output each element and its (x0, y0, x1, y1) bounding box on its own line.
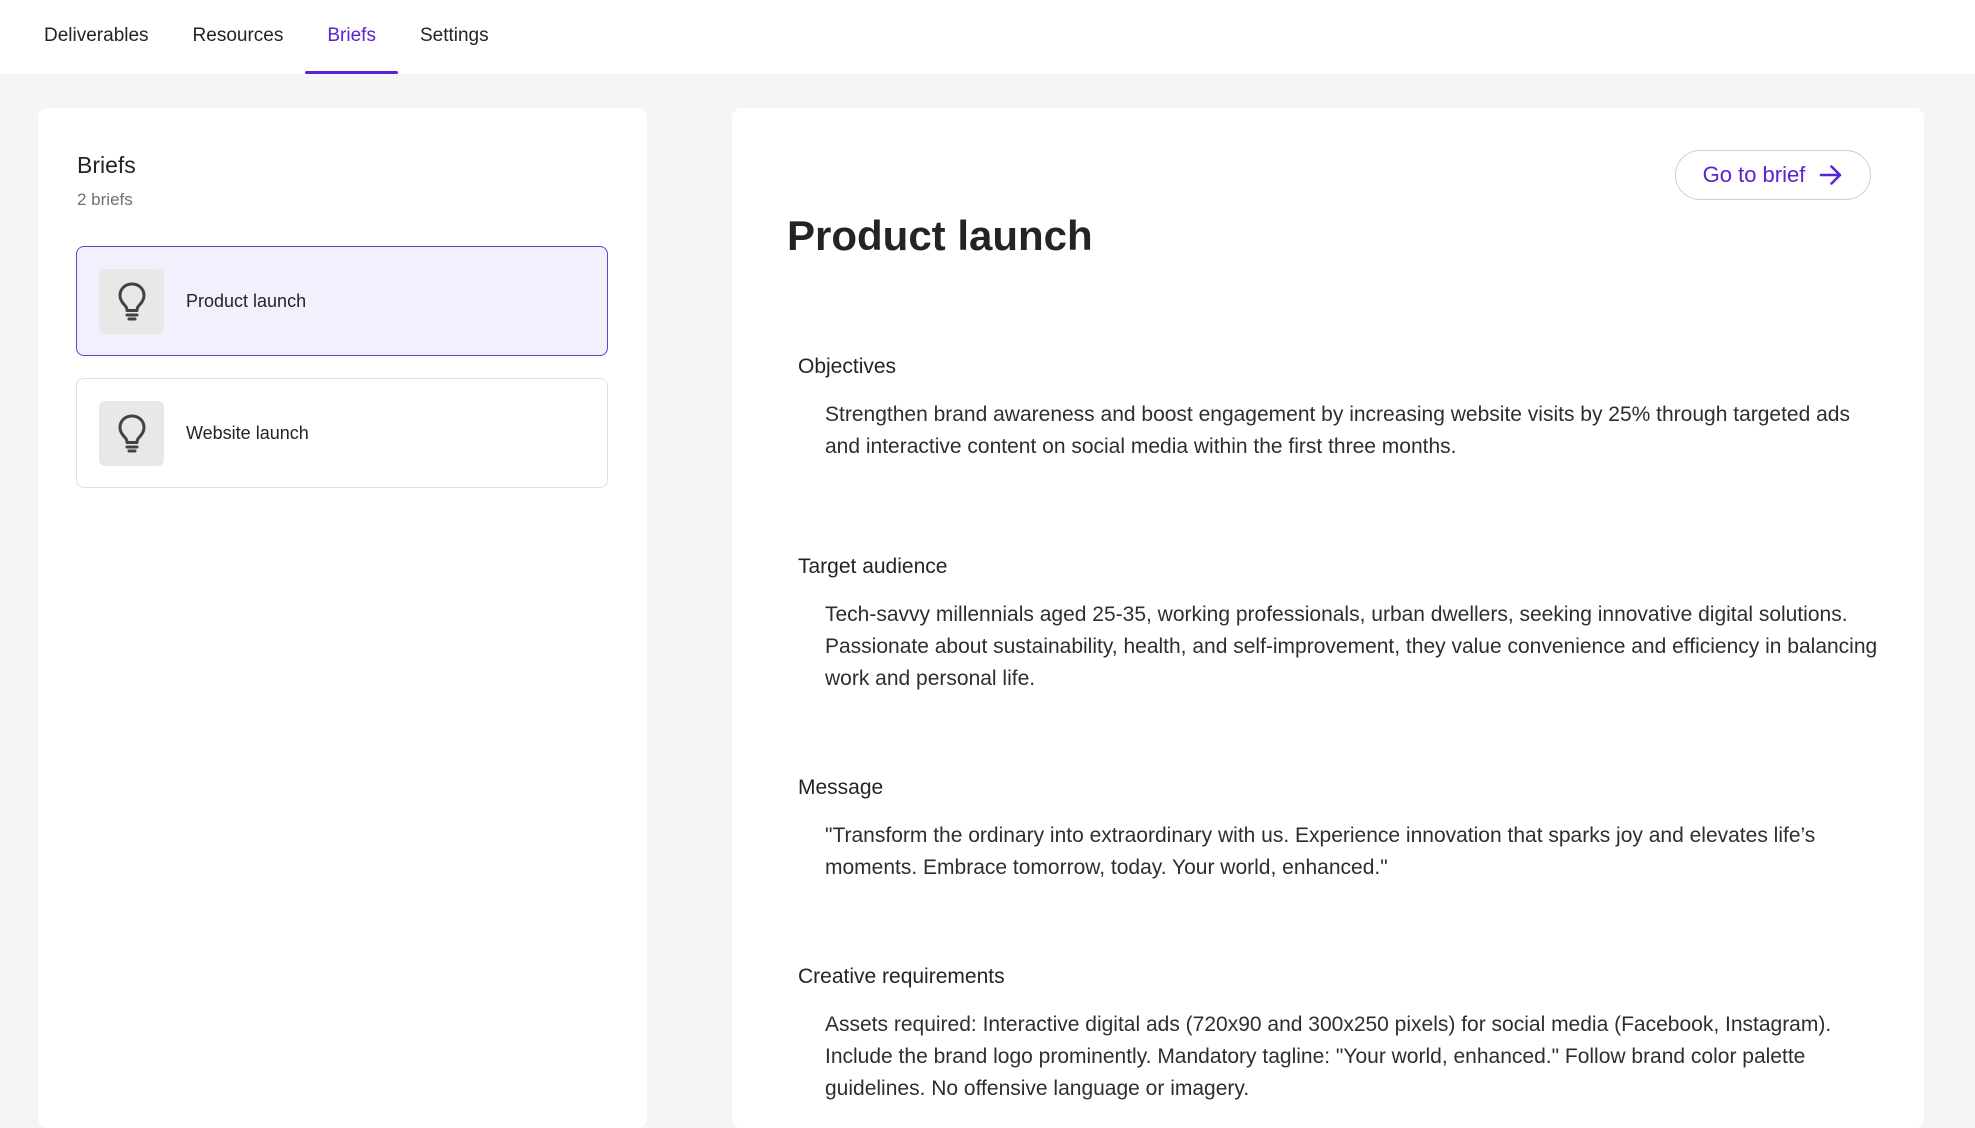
section-body: Tech-savvy millennials aged 25-35, worki… (825, 603, 1878, 690)
go-to-brief-label: Go to brief (1702, 162, 1806, 187)
brief-item-product-launch[interactable]: Product launch (76, 246, 608, 356)
brief-item-label: Product launch (186, 290, 307, 311)
page-title: Product launch (787, 212, 1093, 259)
section-heading: Creative requirements (798, 965, 1005, 988)
section-heading: Message (798, 776, 884, 799)
section-body: Strengthen brand awareness and boost eng… (825, 403, 1850, 458)
section-body: "Transform the ordinary into extraordina… (825, 824, 1816, 879)
tab-deliverables[interactable]: Deliverables (22, 0, 171, 74)
section-target-audience: Target audience Tech-savvy millennials a… (798, 555, 1878, 695)
briefs-list-panel: Briefs 2 briefs Product launch Website l… (38, 108, 647, 1128)
top-nav-bar: Deliverables Resources Briefs Settings (0, 0, 1975, 74)
brief-detail-panel: Go to brief Product launch Objectives St… (732, 108, 1924, 1128)
section-creative-requirements: Creative requirements Assets required: I… (798, 965, 1878, 1105)
arrow-right-icon (1820, 165, 1842, 185)
tab-resources[interactable]: Resources (171, 0, 306, 74)
briefs-list-title: Briefs (77, 152, 136, 178)
section-heading: Objectives (798, 355, 897, 378)
tab-list: Deliverables Resources Briefs Settings (22, 0, 511, 74)
brief-item-label: Website launch (186, 422, 309, 443)
section-body: Assets required: Interactive digital ads… (825, 1013, 1832, 1100)
lightbulb-icon (99, 268, 164, 334)
section-objectives: Objectives Strengthen brand awareness an… (798, 355, 1878, 463)
briefs-count: 2 briefs (77, 190, 133, 209)
tab-settings[interactable]: Settings (398, 0, 511, 74)
go-to-brief-button[interactable]: Go to brief (1675, 150, 1871, 200)
lightbulb-icon (99, 400, 164, 466)
section-message: Message "Transform the ordinary into ext… (798, 776, 1878, 884)
section-heading: Target audience (798, 555, 948, 578)
tab-briefs[interactable]: Briefs (305, 0, 398, 74)
brief-item-website-launch[interactable]: Website launch (76, 378, 608, 488)
